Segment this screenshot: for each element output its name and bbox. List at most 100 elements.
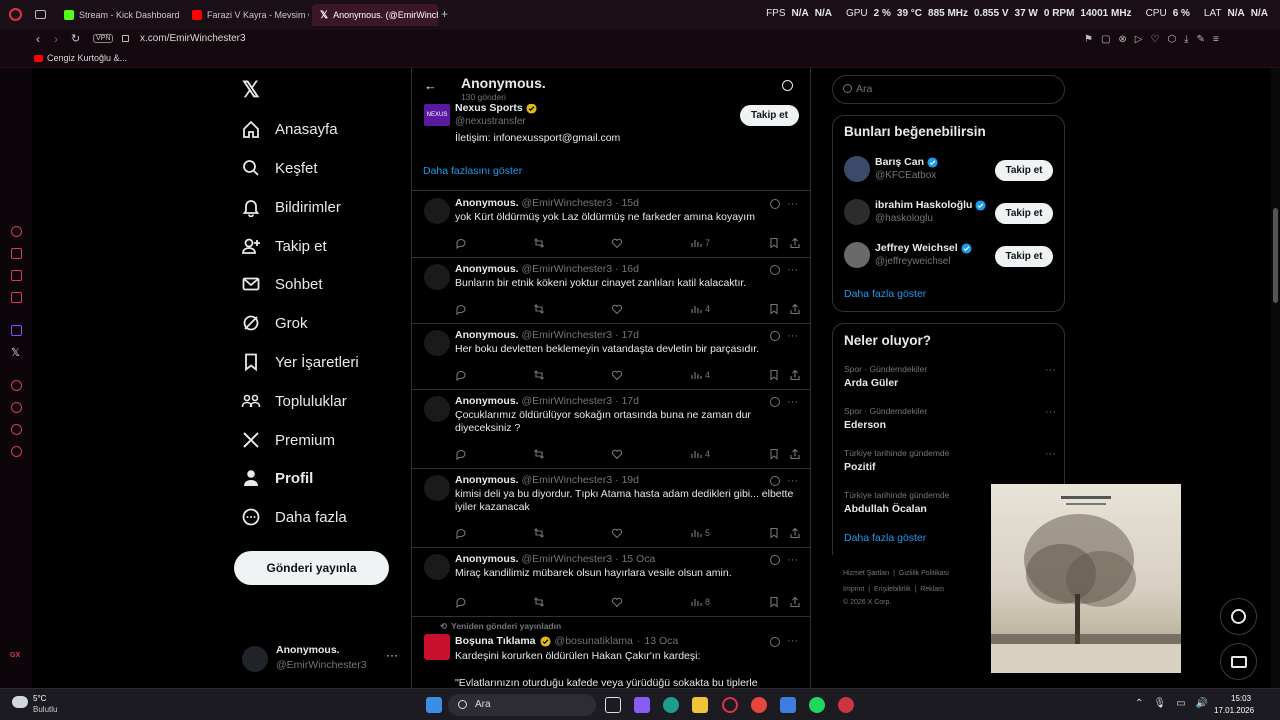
grok-fab[interactable]: [1220, 598, 1257, 635]
show-more-link[interactable]: Daha fazlasını göster: [423, 165, 522, 177]
store-icon[interactable]: [780, 697, 796, 713]
tweet-date[interactable]: 16d: [621, 263, 639, 275]
extensions-icons[interactable]: ⚑▢⊗▷♡⬡⤓✎≡: [1084, 34, 1227, 45]
share-button[interactable]: [789, 527, 801, 539]
follow-button[interactable]: Takip et: [995, 203, 1053, 224]
spotify-icon[interactable]: [809, 697, 825, 713]
tweet[interactable]: Anonymous. @EmirWinchester3 · 19d ··· kimi…: [412, 469, 810, 548]
scrollbar-thumb[interactable]: [1273, 208, 1278, 303]
file-explorer-icon[interactable]: [692, 697, 708, 713]
app-icon[interactable]: [838, 697, 854, 713]
tweet[interactable]: Anonymous. @EmirWinchester3 · 15 Oca ··· M…: [412, 548, 810, 617]
bookmark-button[interactable]: [768, 237, 780, 249]
reply-button[interactable]: [455, 303, 467, 315]
tab-youtube[interactable]: Farazi V Kayra - Mevsim Ol: [184, 4, 309, 26]
reply-button[interactable]: [455, 596, 467, 608]
like-button[interactable]: [611, 369, 623, 381]
nav-item-topluluklar[interactable]: Topluluklar: [241, 386, 347, 416]
reply-button[interactable]: [455, 448, 467, 460]
more-icon[interactable]: ···: [1045, 364, 1056, 376]
share-button[interactable]: [789, 303, 801, 315]
grok-icon[interactable]: [770, 637, 780, 647]
nav-item-anasayfa[interactable]: Anasayfa: [241, 114, 338, 144]
account-switcher[interactable]: Anonymous. @EmirWinchester3 ···: [242, 642, 402, 676]
tweet-date[interactable]: 17d: [621, 329, 639, 341]
share-button[interactable]: [789, 448, 801, 460]
player-icon[interactable]: [11, 380, 22, 391]
messages-fab[interactable]: [1220, 643, 1257, 680]
opera-gx-icon[interactable]: [722, 697, 738, 713]
follow-button[interactable]: Takip et: [995, 160, 1053, 181]
nav-item-premium[interactable]: Premium: [241, 425, 335, 455]
nav-item-bildirimler[interactable]: Bildirimler: [241, 192, 341, 222]
more-icon[interactable]: ···: [787, 554, 798, 566]
workspaces-icon[interactable]: [35, 10, 46, 19]
grok-icon[interactable]: [770, 199, 780, 209]
like-button[interactable]: [611, 527, 623, 539]
history-icon[interactable]: [11, 402, 22, 413]
more-icon[interactable]: ···: [787, 330, 798, 342]
url-text[interactable]: x.com/EmirWinchester3: [140, 33, 246, 44]
more-icon[interactable]: ···: [1045, 448, 1056, 460]
tweet[interactable]: Anonymous. @EmirWinchester3 · 17d ··· Çocu…: [412, 390, 810, 469]
edge-icon[interactable]: [663, 697, 679, 713]
repost-button[interactable]: [533, 237, 545, 249]
bookmark-button[interactable]: [768, 596, 780, 608]
windows-start-icon[interactable]: [426, 697, 442, 713]
more-icon[interactable]: ···: [787, 264, 798, 276]
chrome-icon[interactable]: [751, 697, 767, 713]
taskbar-search[interactable]: Ara: [448, 694, 596, 716]
tweet-date[interactable]: 19d: [621, 474, 639, 486]
messenger-icon[interactable]: [11, 248, 22, 259]
aria-icon[interactable]: [11, 226, 22, 237]
back-icon[interactable]: ‹: [36, 32, 40, 46]
like-button[interactable]: [611, 237, 623, 249]
reply-button[interactable]: [455, 527, 467, 539]
tweet-date[interactable]: 15d: [621, 197, 639, 209]
tweet[interactable]: Anonymous. @EmirWinchester3 · 15d ··· yok …: [412, 192, 810, 258]
show-more-link[interactable]: Daha fazla göster: [844, 532, 926, 544]
nav-item-takip-et[interactable]: Takip et: [241, 231, 327, 261]
grok-icon[interactable]: [770, 397, 780, 407]
more-icon[interactable]: ···: [787, 198, 798, 210]
search-icon[interactable]: [782, 80, 793, 91]
views-button[interactable]: 4: [690, 303, 710, 315]
bookmark-item[interactable]: Cengiz Kurtoğlu &...: [34, 53, 127, 63]
vpn-badge[interactable]: VPN: [93, 34, 114, 43]
nav-item-profil[interactable]: Profil: [241, 463, 313, 493]
repost-item[interactable]: ⟲ Yeniden gönderi yayınladın Boşuna Tıkla…: [412, 617, 810, 688]
follow-button[interactable]: Takip et: [995, 246, 1053, 267]
settings-icon[interactable]: [11, 446, 22, 457]
grok-icon[interactable]: [770, 265, 780, 275]
tweet-date[interactable]: 15 Oca: [621, 553, 655, 565]
follow-button[interactable]: Takip et: [740, 105, 799, 126]
forward-icon[interactable]: ›: [54, 32, 58, 46]
more-icon[interactable]: ···: [787, 396, 798, 408]
x-sidebar-icon[interactable]: 𝕏: [11, 346, 20, 359]
repost-button[interactable]: [533, 303, 545, 315]
like-button[interactable]: [611, 448, 623, 460]
nav-item-sohbet[interactable]: Sohbet: [241, 269, 323, 299]
like-button[interactable]: [611, 303, 623, 315]
reply-button[interactable]: [455, 369, 467, 381]
reload-icon[interactable]: ↻: [71, 32, 80, 45]
discord-icon[interactable]: [11, 270, 22, 281]
show-more-link[interactable]: Daha fazla göster: [844, 288, 926, 300]
bookmark-button[interactable]: [768, 448, 780, 460]
views-button[interactable]: 7: [690, 237, 710, 249]
weather-icon[interactable]: [12, 696, 28, 708]
nav-item-yer-i-aretleri[interactable]: Yer İşaretleri: [241, 347, 359, 377]
reply-button[interactable]: [455, 237, 467, 249]
clock-time[interactable]: 15:03: [1231, 694, 1251, 703]
views-button[interactable]: 4: [690, 448, 710, 460]
nav-item-daha-fazla[interactable]: Daha fazla: [241, 502, 347, 532]
share-button[interactable]: [789, 237, 801, 249]
bookmark-button[interactable]: [768, 369, 780, 381]
bookmark-button[interactable]: [768, 303, 780, 315]
repost-button[interactable]: [533, 369, 545, 381]
grok-icon[interactable]: [770, 331, 780, 341]
task-view-icon[interactable]: [605, 697, 621, 713]
back-arrow-icon[interactable]: ←: [424, 78, 437, 93]
clock-date[interactable]: 17.01.2026: [1214, 706, 1254, 715]
x-home-logo-icon[interactable]: 𝕏: [242, 77, 260, 103]
